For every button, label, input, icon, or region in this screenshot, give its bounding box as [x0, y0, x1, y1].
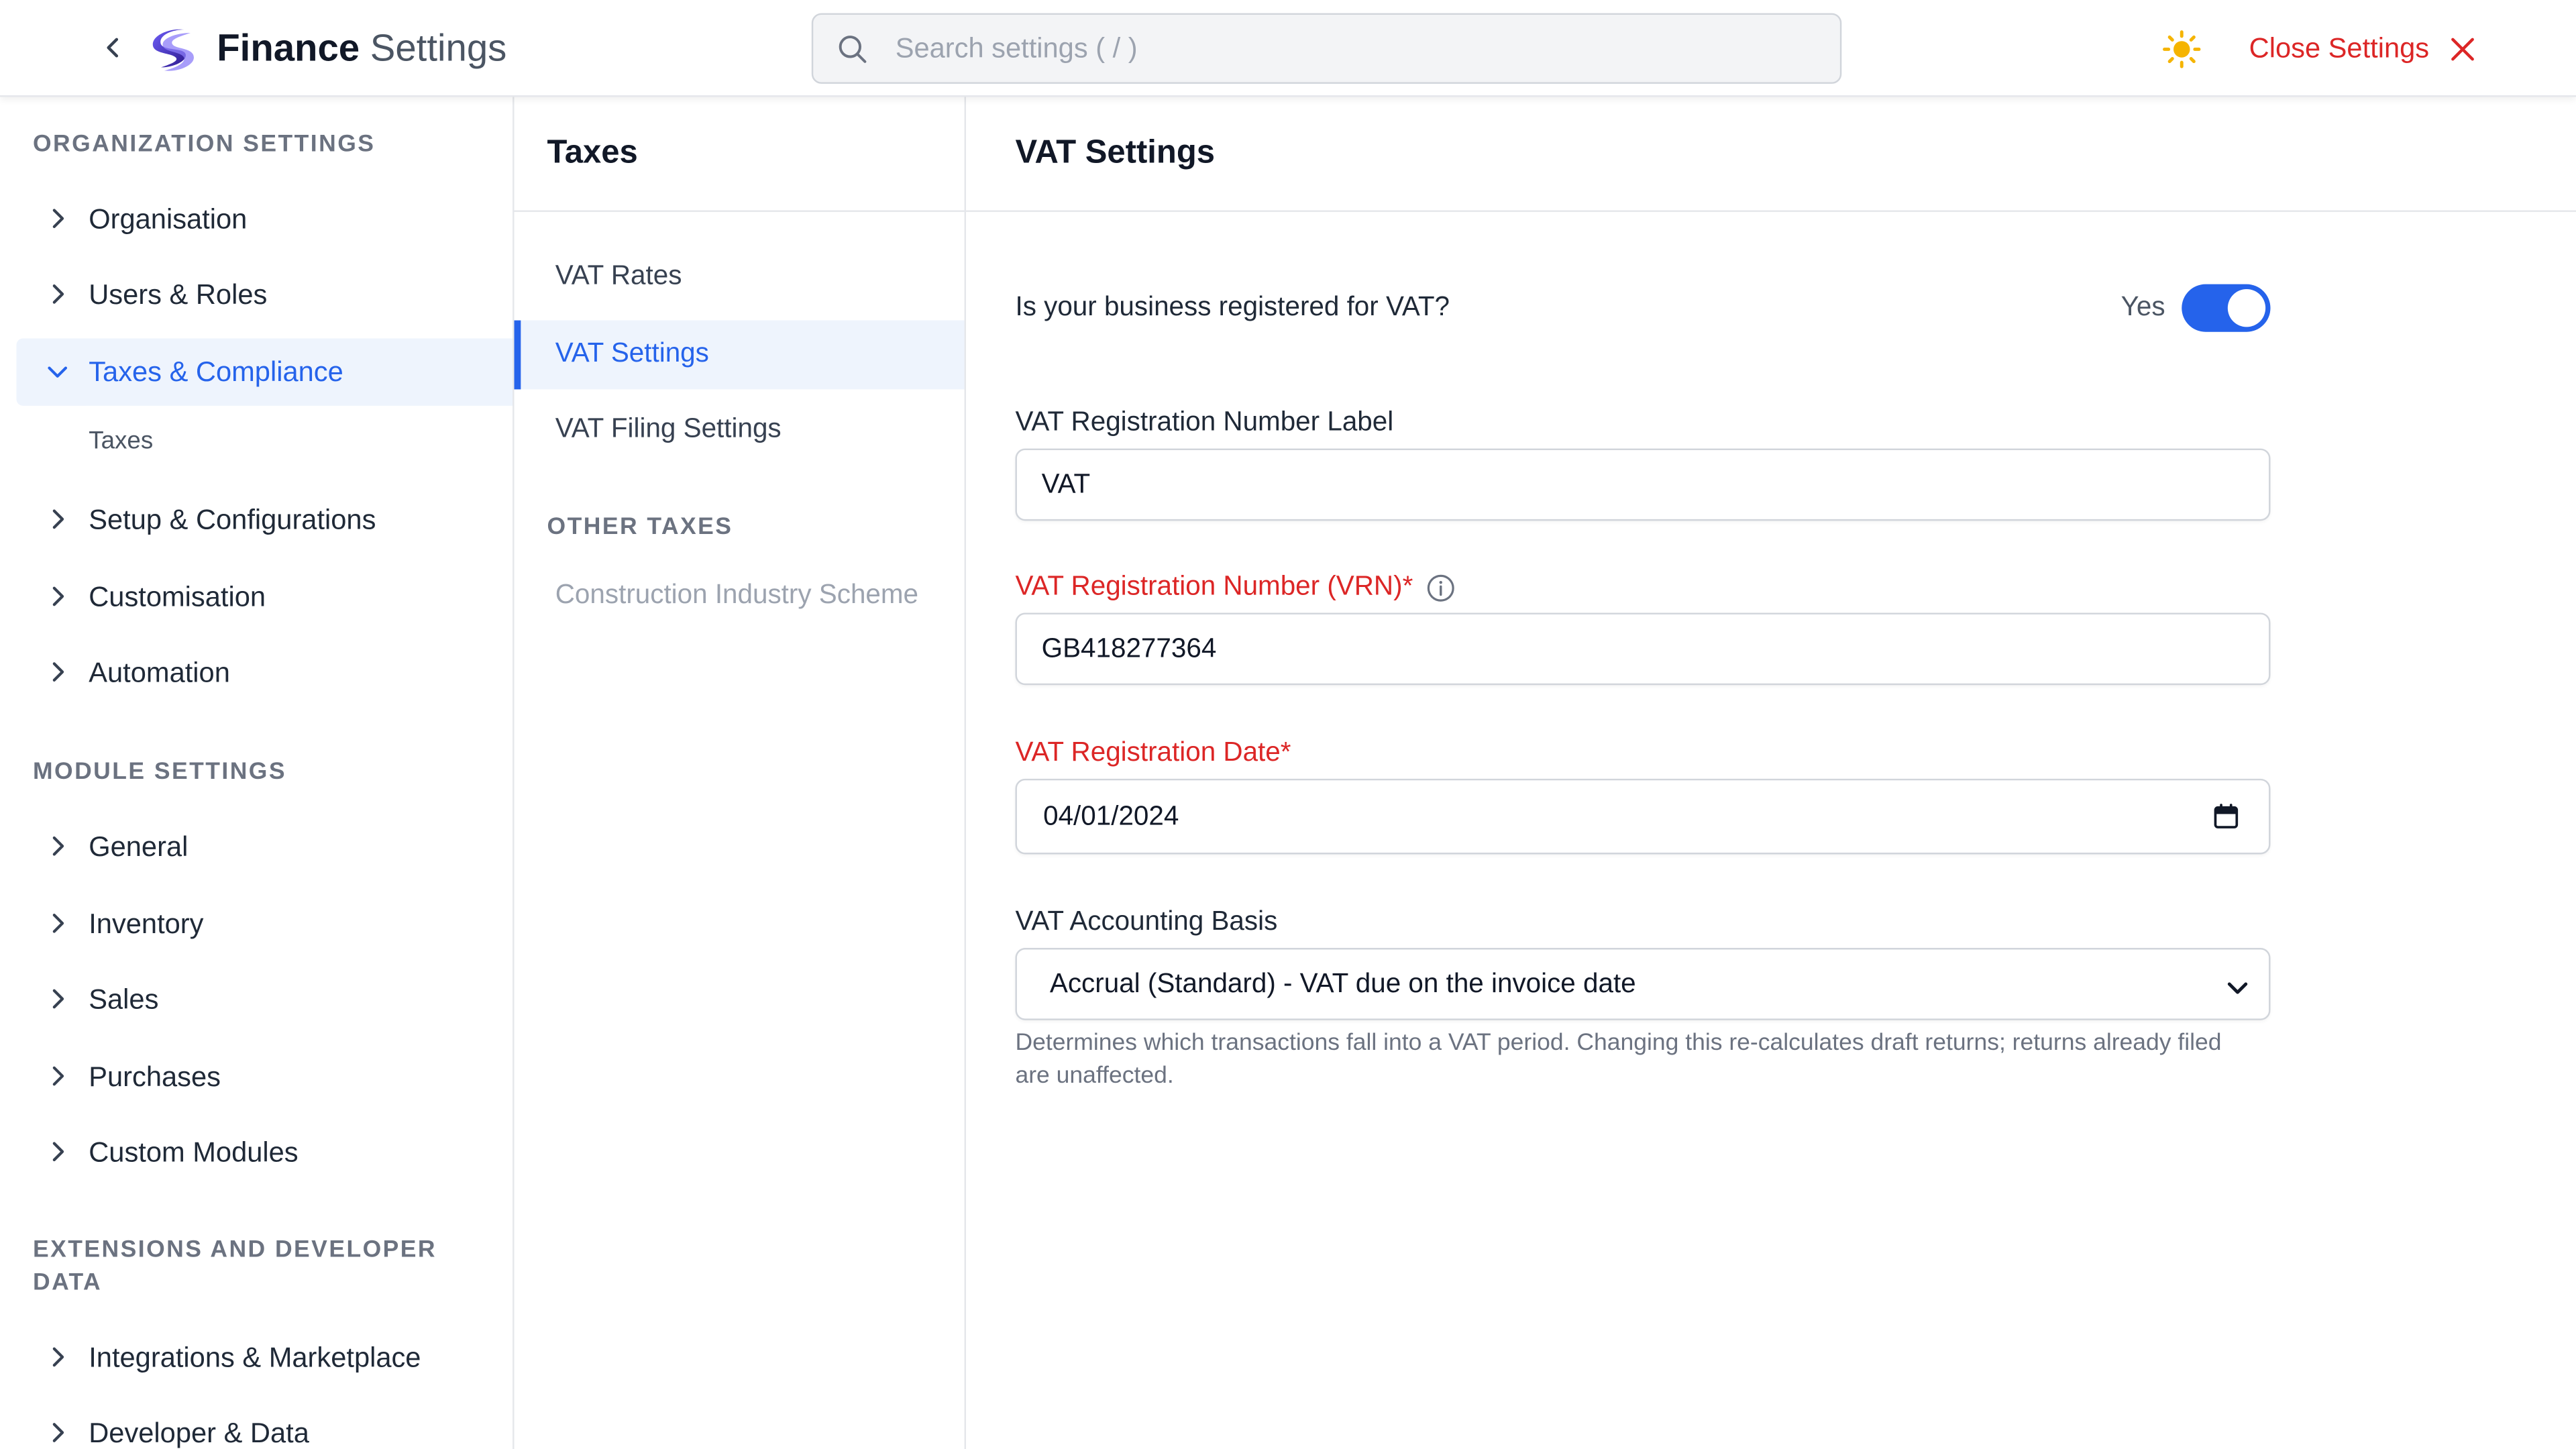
- chevron-right-icon: [52, 836, 64, 856]
- app-title-bold: Finance: [217, 26, 360, 69]
- reg-date-field-label: VAT Registration Date*: [1015, 737, 1291, 767]
- panel-header: VAT Settings: [966, 97, 2576, 212]
- chevron-right-icon: [52, 1142, 64, 1162]
- top-header: Finance Settings Close Settings: [0, 0, 2576, 97]
- back-button[interactable]: [95, 30, 131, 66]
- sidebar-item-automation[interactable]: Automation: [16, 639, 513, 706]
- sidebar-item-general[interactable]: General: [16, 813, 513, 880]
- chevron-down-icon: [2227, 982, 2248, 994]
- app-title: Finance Settings: [217, 25, 506, 71]
- sidebar-item-label: Sales: [89, 983, 159, 1015]
- sidebar-item-label: Inventory: [89, 908, 204, 939]
- sidebar-item-purchases[interactable]: Purchases: [16, 1043, 513, 1110]
- subnav-item-label: VAT Settings: [555, 338, 709, 368]
- chevron-right-icon: [52, 586, 64, 606]
- chevron-right-icon: [52, 1066, 64, 1086]
- subnav-item-label: VAT Filing Settings: [555, 414, 782, 444]
- sidebar-item-label: Setup & Configurations: [89, 503, 376, 535]
- vrn-label-field-label: VAT Registration Number Label: [1015, 407, 1394, 437]
- sidebar-item-organisation[interactable]: Organisation: [16, 186, 513, 253]
- vrn-field[interactable]: [1015, 612, 2271, 686]
- taxes-subnav: Taxes VAT Rates VAT Settings VAT Filing …: [514, 97, 967, 1449]
- chevron-right-icon: [52, 989, 64, 1009]
- subnav-item-construction-industry-scheme: Construction Industry Scheme: [515, 562, 965, 631]
- vat-registered-value: Yes: [2121, 292, 2165, 323]
- chevron-right-icon: [52, 1347, 64, 1367]
- chevron-right-icon: [52, 284, 64, 304]
- sidebar-section-organization: ORGANIZATION SETTINGS: [32, 131, 376, 158]
- sidebar-item-custom-modules[interactable]: Custom Modules: [16, 1119, 513, 1186]
- brand-logo: [152, 29, 194, 71]
- vrn-field-label: VAT Registration Number (VRN)*: [1015, 572, 1456, 603]
- vat-registered-question: Is your business registered for VAT?: [1015, 292, 1450, 323]
- sidebar-item-label: Automation: [89, 656, 230, 688]
- reg-date-field[interactable]: 04/01/2024: [1015, 778, 2271, 855]
- sidebar-item-label: Organisation: [89, 203, 248, 234]
- settings-sidebar: ORGANIZATION SETTINGS Organisation Users…: [0, 97, 515, 1449]
- sidebar-subitem-taxes[interactable]: Taxes: [89, 427, 153, 455]
- sidebar-item-label: Purchases: [89, 1060, 221, 1092]
- search-box[interactable]: [811, 13, 1842, 84]
- vat-settings-panel: VAT Settings Is your business registered…: [966, 97, 2576, 1449]
- search-icon: [839, 36, 867, 63]
- sidebar-item-label: Custom Modules: [89, 1136, 299, 1168]
- subnav-header: Taxes: [514, 97, 965, 212]
- toggle-knob: [2227, 289, 2266, 327]
- basis-select[interactable]: Accrual (Standard) - VAT due on the invo…: [1015, 948, 2271, 1020]
- chevron-right-icon: [52, 1423, 64, 1442]
- chevron-down-icon: [48, 366, 68, 378]
- subnav-title: Taxes: [547, 134, 638, 171]
- chevron-right-icon: [52, 914, 64, 933]
- subnav-item-vat-settings[interactable]: VAT Settings: [514, 320, 965, 390]
- subnav-item-label: Construction Industry Scheme: [555, 580, 919, 610]
- search-input[interactable]: [895, 15, 1816, 83]
- subnav-item-vat-rates[interactable]: VAT Rates: [515, 243, 965, 312]
- subnav-section-other-taxes: OTHER TAXES: [547, 514, 733, 541]
- sidebar-item-integrations-marketplace[interactable]: Integrations & Marketplace: [16, 1324, 513, 1391]
- sidebar-item-label: General: [89, 830, 189, 862]
- basis-select-value: Accrual (Standard) - VAT due on the invo…: [1049, 969, 1636, 999]
- sidebar-item-label: Integrations & Marketplace: [89, 1341, 421, 1373]
- subnav-item-vat-filing-settings[interactable]: VAT Filing Settings: [515, 396, 965, 465]
- close-settings-button[interactable]: Close Settings: [2249, 30, 2475, 69]
- settings-app: Finance Settings Close Settings ORGANIZA…: [0, 0, 2576, 1449]
- basis-help-text: Determines which transactions fall into …: [1015, 1030, 2222, 1089]
- sidebar-item-label: Users & Roles: [89, 278, 268, 310]
- basis-field-label: VAT Accounting Basis: [1015, 906, 1278, 936]
- sidebar-item-developer-data[interactable]: Developer & Data: [16, 1400, 513, 1449]
- sidebar-item-label: Taxes & Compliance: [89, 356, 343, 387]
- sidebar-item-label: Customisation: [89, 580, 266, 612]
- chevron-right-icon: [52, 662, 64, 682]
- sidebar-item-taxes-compliance[interactable]: Taxes & Compliance: [16, 338, 513, 406]
- sidebar-item-inventory[interactable]: Inventory: [16, 890, 513, 957]
- close-icon: [2451, 38, 2474, 61]
- sun-icon[interactable]: [2162, 30, 2202, 69]
- sidebar-item-sales[interactable]: Sales: [16, 966, 513, 1033]
- chevron-right-icon: [52, 509, 64, 529]
- vrn-field-label-text: VAT Registration Number (VRN)*: [1015, 572, 1413, 602]
- sidebar-section-extensions: EXTENSIONS AND DEVELOPER DATA: [32, 1237, 437, 1297]
- sidebar-item-users-roles[interactable]: Users & Roles: [16, 261, 513, 328]
- sidebar-section-module: MODULE SETTINGS: [32, 759, 287, 786]
- sidebar-item-setup-configurations[interactable]: Setup & Configurations: [16, 486, 513, 553]
- reg-date-value: 04/01/2024: [1043, 802, 1179, 832]
- vat-registered-toggle[interactable]: [2182, 284, 2271, 332]
- page-title: VAT Settings: [1015, 134, 1215, 171]
- info-icon[interactable]: [1426, 572, 1456, 602]
- vrn-input[interactable]: [1041, 614, 2192, 684]
- close-settings-label: Close Settings: [2249, 32, 2430, 64]
- vrn-label-input[interactable]: [1041, 450, 2192, 519]
- subnav-item-label: VAT Rates: [555, 261, 682, 291]
- sidebar-item-label: Developer & Data: [89, 1417, 309, 1448]
- app-title-rest: Settings: [370, 26, 507, 69]
- vrn-label-field[interactable]: [1015, 448, 2271, 521]
- sidebar-item-customisation[interactable]: Customisation: [16, 564, 513, 631]
- calendar-icon[interactable]: [2213, 804, 2239, 830]
- chevron-right-icon: [52, 209, 64, 229]
- chevron-left-icon: [107, 38, 119, 58]
